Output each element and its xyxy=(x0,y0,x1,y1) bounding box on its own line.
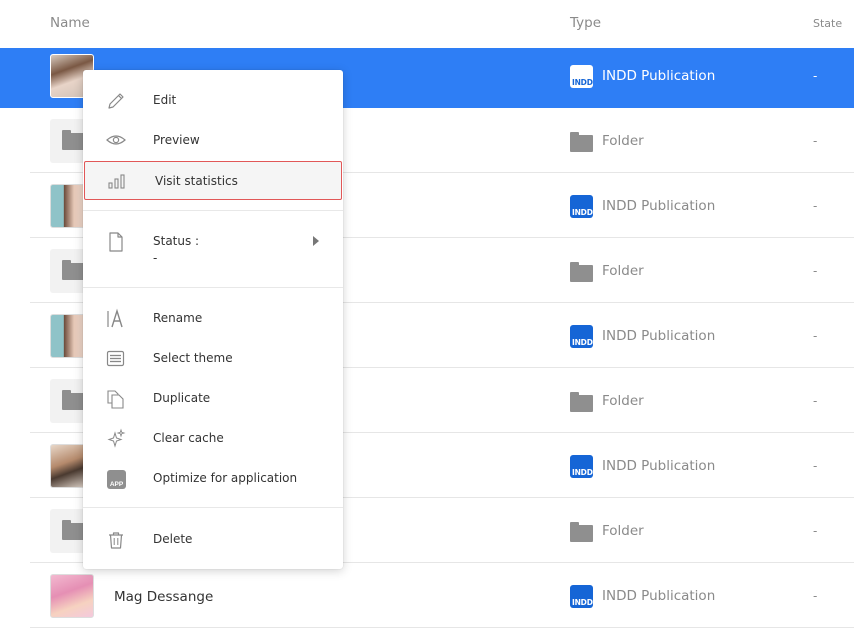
type-cell: Folder xyxy=(570,129,644,153)
state-value: - xyxy=(813,524,818,538)
menu-item-duplicate[interactable]: Duplicate xyxy=(83,378,343,418)
menu-item-label: Status : xyxy=(153,234,200,248)
menu-item-preview[interactable]: Preview xyxy=(83,120,343,160)
list-header: Name Type State xyxy=(0,0,854,48)
type-cell: INDD INDD Publication xyxy=(570,584,715,608)
folder-icon xyxy=(62,260,84,280)
trash-icon xyxy=(105,529,127,551)
column-header-state[interactable]: State xyxy=(813,17,842,30)
menu-divider xyxy=(83,287,343,288)
indd-file-icon: INDD xyxy=(570,584,593,608)
folder-icon xyxy=(570,131,593,152)
type-cell: Folder xyxy=(570,259,644,283)
menu-item-edit[interactable]: Edit xyxy=(83,80,343,120)
menu-item-label: Rename xyxy=(153,311,203,325)
column-header-name[interactable]: Name xyxy=(50,15,90,31)
context-menu: Edit Preview Visit statistics Status : -… xyxy=(83,70,343,569)
type-label: Folder xyxy=(602,263,644,279)
state-value: - xyxy=(813,589,818,603)
indd-badge-text: INDD xyxy=(572,207,593,217)
type-label: INDD Publication xyxy=(602,198,716,214)
sparkles-icon xyxy=(105,428,127,450)
type-label: Folder xyxy=(602,523,644,539)
status-value: - xyxy=(153,251,158,265)
list-row[interactable]: Mag Dessange INDD INDD Publication - xyxy=(30,563,854,628)
type-label: INDD Publication xyxy=(602,328,716,344)
menu-item-label: Visit statistics xyxy=(155,174,238,188)
eye-icon xyxy=(105,130,127,152)
type-label: INDD Publication xyxy=(602,458,716,474)
publication-thumbnail xyxy=(50,574,94,618)
type-cell: INDD INDD Publication xyxy=(570,64,715,88)
menu-item-visit-statistics[interactable]: Visit statistics xyxy=(84,161,342,200)
menu-item-status[interactable]: Status : - xyxy=(83,221,343,281)
bar-chart-icon xyxy=(106,171,128,193)
state-value: - xyxy=(813,264,818,278)
indd-file-icon: INDD xyxy=(570,454,593,478)
indd-badge-text: INDD xyxy=(572,77,593,87)
type-label: INDD Publication xyxy=(602,588,716,604)
copy-icon xyxy=(105,388,127,410)
menu-item-label: Delete xyxy=(153,532,193,546)
type-cell: Folder xyxy=(570,389,644,413)
menu-item-delete[interactable]: Delete xyxy=(83,519,343,559)
theme-icon xyxy=(105,348,127,370)
type-label: Folder xyxy=(602,393,644,409)
app-icon: APP xyxy=(105,468,127,490)
folder-icon xyxy=(570,261,593,282)
state-value: - xyxy=(813,394,818,408)
state-value: - xyxy=(813,329,818,343)
pencil-icon xyxy=(105,90,127,112)
state-value: - xyxy=(813,199,818,213)
folder-icon xyxy=(62,130,84,150)
menu-item-label: Edit xyxy=(153,93,177,107)
indd-file-icon: INDD xyxy=(570,324,593,348)
menu-item-label: Clear cache xyxy=(153,431,224,445)
type-cell: INDD INDD Publication xyxy=(570,454,715,478)
menu-item-clear-cache[interactable]: Clear cache xyxy=(83,418,343,458)
type-cell: INDD INDD Publication xyxy=(570,194,715,218)
submenu-arrow-icon xyxy=(313,236,319,246)
menu-item-label: Duplicate xyxy=(153,391,211,405)
indd-file-icon: INDD xyxy=(570,194,593,218)
menu-item-optimize-for-application[interactable]: APP Optimize for application xyxy=(83,458,343,498)
folder-icon xyxy=(570,391,593,412)
app-badge-text: APP xyxy=(110,481,124,488)
type-cell: Folder xyxy=(570,519,644,543)
state-value: - xyxy=(813,134,818,148)
menu-item-label: Preview xyxy=(153,133,200,147)
indd-badge-text: INDD xyxy=(572,597,593,607)
folder-icon xyxy=(62,520,84,540)
state-value: - xyxy=(813,69,818,83)
menu-item-label: Optimize for application xyxy=(153,471,298,485)
type-label: INDD Publication xyxy=(602,68,716,84)
folder-icon xyxy=(570,521,593,542)
type-label: Folder xyxy=(602,133,644,149)
indd-file-icon: INDD xyxy=(570,64,593,88)
type-cell: INDD INDD Publication xyxy=(570,324,715,348)
column-header-type[interactable]: Type xyxy=(570,15,601,31)
indd-badge-text: INDD xyxy=(572,337,593,347)
document-icon xyxy=(105,231,127,253)
state-value: - xyxy=(813,459,818,473)
menu-divider xyxy=(83,507,343,508)
menu-item-rename[interactable]: Rename xyxy=(83,298,343,338)
indd-badge-text: INDD xyxy=(572,467,593,477)
menu-item-select-theme[interactable]: Select theme xyxy=(83,338,343,378)
menu-divider xyxy=(83,210,343,211)
text-cursor-icon xyxy=(105,308,127,330)
folder-icon xyxy=(62,390,84,410)
item-name: Mag Dessange xyxy=(114,589,214,605)
menu-item-label: Select theme xyxy=(153,351,233,365)
